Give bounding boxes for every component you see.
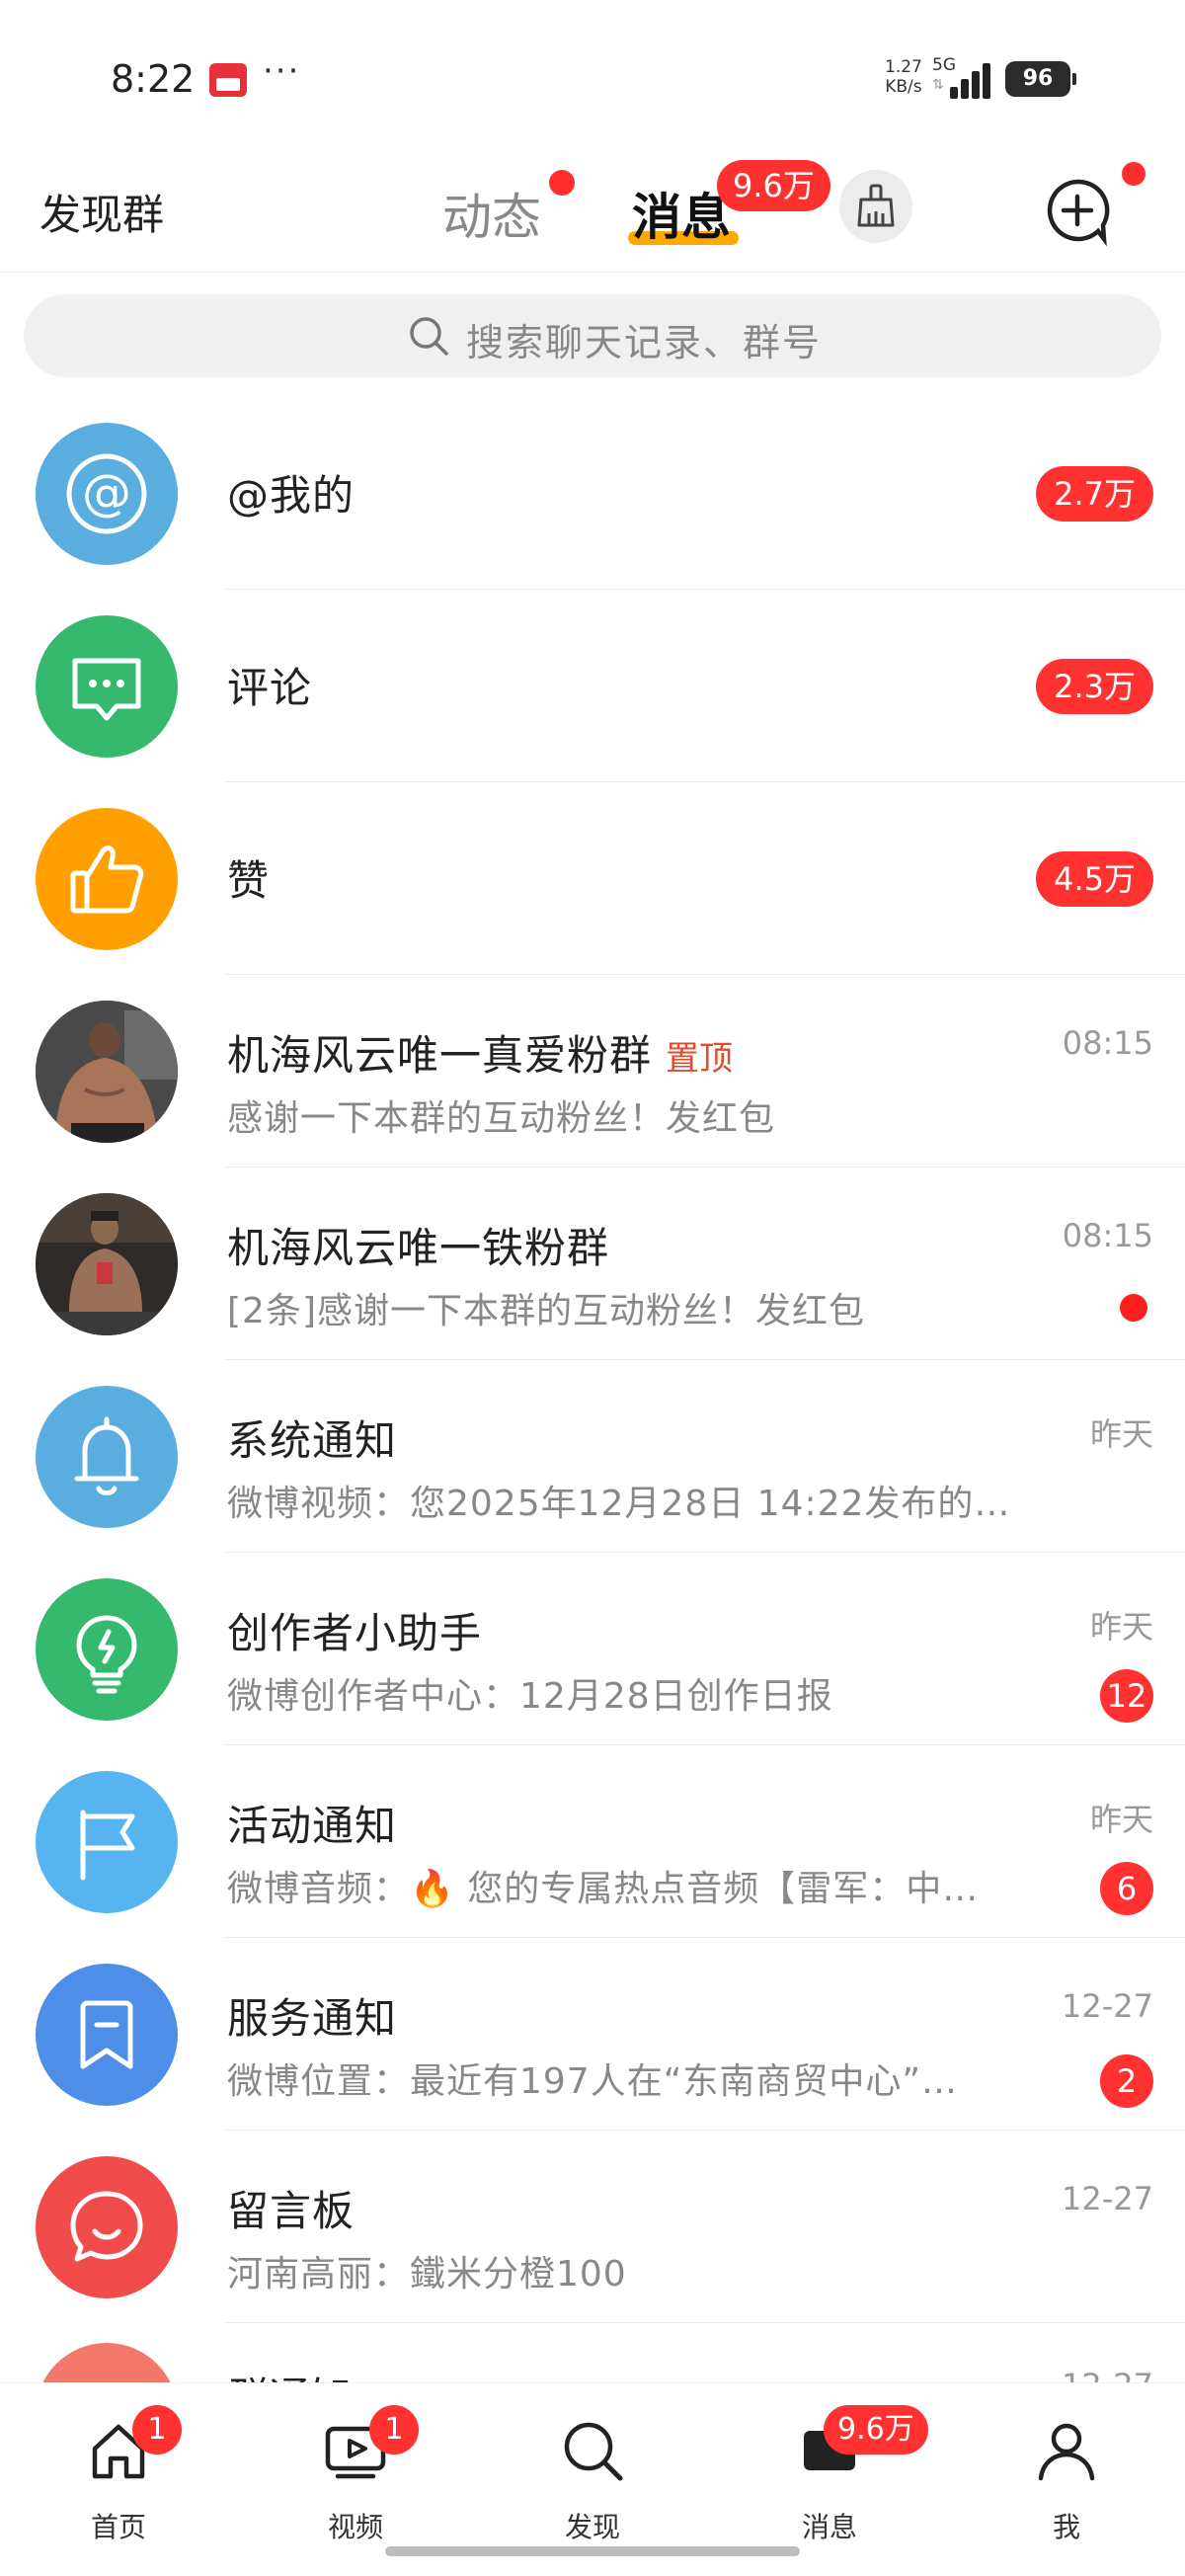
lightbulb-icon bbox=[36, 1578, 178, 1721]
item-title: 赞 bbox=[227, 856, 271, 905]
item-title: 创作者小助手 bbox=[227, 1609, 483, 1657]
list-item-group-chat[interactable]: 机海风云唯一铁粉群 [2条]感谢一下本群的互动粉丝！发红包 08:15 bbox=[0, 1167, 1185, 1360]
item-title: 系统通知 bbox=[227, 1416, 398, 1465]
nav-messages[interactable]: 9.6万 消息 bbox=[760, 2405, 928, 2553]
list-item-comments[interactable]: 评论 2.3万 bbox=[0, 590, 1185, 782]
item-preview: 河南高丽：鐵米分橙100 bbox=[227, 2254, 627, 2294]
list-item-group-notice-partial[interactable]: 群通知 12-27 bbox=[0, 2343, 1185, 2382]
unread-count-badge: 12 bbox=[1100, 1669, 1153, 1723]
item-title: 群通知 bbox=[227, 2365, 352, 2382]
new-message-button[interactable] bbox=[1039, 174, 1116, 247]
item-time: 昨天 bbox=[1089, 1608, 1153, 1646]
divider bbox=[225, 2322, 1185, 2323]
nav-label: 首页 bbox=[90, 2511, 146, 2543]
list-item-creator-assistant[interactable]: 创作者小助手 微博创作者中心：12月28日创作日报 昨天 12 bbox=[0, 1553, 1185, 1745]
item-title: 机海风云唯一铁粉群 bbox=[227, 1224, 610, 1272]
status-bar: 8:22 ··· 1.27 KB/s 5G ⇅ 96 bbox=[0, 0, 1185, 148]
nav-label: 我 bbox=[1052, 2511, 1080, 2543]
list-item-mentions[interactable]: @ @我的 2.7万 bbox=[0, 397, 1185, 590]
item-time: 昨天 bbox=[1089, 1415, 1153, 1453]
list-item-service-notice[interactable]: 服务通知 微博位置：最近有197人在“东南商贸中心”… 12-27 2 bbox=[0, 1938, 1185, 2131]
more-notifications-dots: ··· bbox=[263, 51, 301, 91]
item-title: 评论 bbox=[227, 664, 313, 712]
status-time: 8:22 bbox=[111, 57, 196, 101]
discover-groups-link[interactable]: 发现群 bbox=[40, 182, 164, 242]
network-speed-unit: KB/s bbox=[885, 77, 922, 97]
battery-indicator: 96 bbox=[1005, 61, 1076, 97]
profile-icon bbox=[1038, 2423, 1095, 2481]
group-avatar-photo bbox=[36, 1193, 178, 1335]
unread-count-badge: 2.3万 bbox=[1036, 659, 1153, 714]
home-indicator[interactable] bbox=[385, 2546, 800, 2556]
tab-dynamic-dot bbox=[549, 170, 575, 196]
comment-bubble-icon bbox=[36, 615, 178, 758]
nav-discover[interactable]: 发现 bbox=[523, 2405, 662, 2553]
item-preview: 感谢一下本群的互动粉丝！发红包 bbox=[227, 1098, 776, 1139]
item-title: 机海风云唯一真爱粉群 置顶 bbox=[227, 1022, 733, 1083]
group-name: 机海风云唯一真爱粉群 bbox=[227, 1031, 653, 1080]
search-placeholder: 搜索聊天记录、群号 bbox=[466, 321, 823, 364]
item-time: 08:15 bbox=[1062, 1217, 1153, 1254]
nav-label: 视频 bbox=[327, 2511, 383, 2543]
item-title: 服务通知 bbox=[227, 1994, 398, 2043]
item-time: 12-27 bbox=[1062, 1987, 1153, 2025]
list-item-group-chat[interactable]: 机海风云唯一真爱粉群 置顶 感谢一下本群的互动粉丝！发红包 08:15 bbox=[0, 975, 1185, 1167]
at-icon: @ bbox=[36, 423, 178, 565]
network-speed: 1.27 KB/s bbox=[885, 57, 922, 97]
smile-bubble-icon bbox=[36, 2156, 178, 2298]
tab-dynamic[interactable]: 动态 bbox=[442, 178, 541, 249]
item-preview: 微博音频：🔥 您的专属热点音频【雷军：中… bbox=[227, 1869, 980, 1909]
item-title: @我的 bbox=[227, 471, 356, 520]
data-arrows-icon: ⇅ bbox=[932, 77, 944, 93]
home-badge: 1 bbox=[132, 2405, 182, 2455]
nav-profile[interactable]: 我 bbox=[997, 2405, 1136, 2553]
list-item-message-board[interactable]: 留言板 河南高丽：鐵米分橙100 12-27 bbox=[0, 2131, 1185, 2323]
unread-dot bbox=[1120, 1294, 1147, 1322]
flag-icon bbox=[36, 1771, 178, 1913]
thumbs-up-icon bbox=[36, 808, 178, 950]
nav-label: 发现 bbox=[564, 2511, 620, 2543]
pinned-tag: 置顶 bbox=[666, 1039, 734, 1079]
unread-count-badge: 4.5万 bbox=[1036, 851, 1153, 907]
search-icon bbox=[564, 2422, 623, 2481]
tab-messages[interactable]: 消息 bbox=[632, 178, 731, 249]
item-preview: [2条]感谢一下本群的互动粉丝！发红包 bbox=[227, 1291, 865, 1331]
nav-home[interactable]: 1 首页 bbox=[49, 2405, 188, 2553]
item-preview: 微博视频：您2025年12月28日 14:22发布的… bbox=[227, 1484, 1011, 1524]
item-time: 12-27 bbox=[1062, 2180, 1153, 2217]
unread-count-badge: 6 bbox=[1100, 1862, 1153, 1915]
list-item-activity-notice[interactable]: 活动通知 微博音频：🔥 您的专属热点音频【雷军：中… 昨天 6 bbox=[0, 1745, 1185, 1938]
item-preview: 微博位置：最近有197人在“东南商贸中心”… bbox=[227, 2061, 959, 2102]
top-nav: 发现群 动态 消息 9.6万 bbox=[0, 148, 1185, 273]
svg-text:@: @ bbox=[82, 464, 131, 522]
nav-label: 消息 bbox=[801, 2511, 857, 2543]
search-bar[interactable]: 搜索聊天记录、群号 bbox=[24, 294, 1161, 377]
unread-count-badge: 2 bbox=[1100, 2054, 1153, 2108]
notification-app-icon bbox=[209, 63, 247, 97]
item-time: 12-27 bbox=[1062, 2367, 1153, 2382]
unread-count-badge: 2.7万 bbox=[1036, 466, 1153, 522]
group-notice-icon bbox=[36, 2343, 178, 2382]
list-item-likes[interactable]: 赞 4.5万 bbox=[0, 782, 1185, 975]
signal-icon bbox=[950, 61, 993, 99]
item-title: 活动通知 bbox=[227, 1802, 398, 1850]
new-message-dot bbox=[1122, 162, 1146, 186]
network-speed-value: 1.27 bbox=[885, 57, 922, 77]
broom-icon bbox=[857, 184, 895, 227]
item-time: 08:15 bbox=[1062, 1024, 1153, 1062]
add-chat-icon bbox=[1047, 179, 1110, 247]
video-badge: 1 bbox=[369, 2405, 419, 2455]
messages-count-badge: 9.6万 bbox=[717, 160, 830, 211]
item-time: 昨天 bbox=[1089, 1801, 1153, 1838]
search-icon bbox=[410, 317, 448, 356]
bell-icon bbox=[36, 1386, 178, 1528]
item-title: 留言板 bbox=[227, 2187, 356, 2235]
nav-video[interactable]: 1 视频 bbox=[286, 2405, 425, 2553]
messages-badge: 9.6万 bbox=[824, 2405, 928, 2455]
group-avatar-photo bbox=[36, 1001, 178, 1143]
bookmark-icon bbox=[36, 1964, 178, 2106]
list-item-system-notice[interactable]: 系统通知 微博视频：您2025年12月28日 14:22发布的… 昨天 bbox=[0, 1360, 1185, 1553]
clear-unread-button[interactable] bbox=[839, 170, 912, 243]
item-preview: 微博创作者中心：12月28日创作日报 bbox=[227, 1676, 833, 1717]
